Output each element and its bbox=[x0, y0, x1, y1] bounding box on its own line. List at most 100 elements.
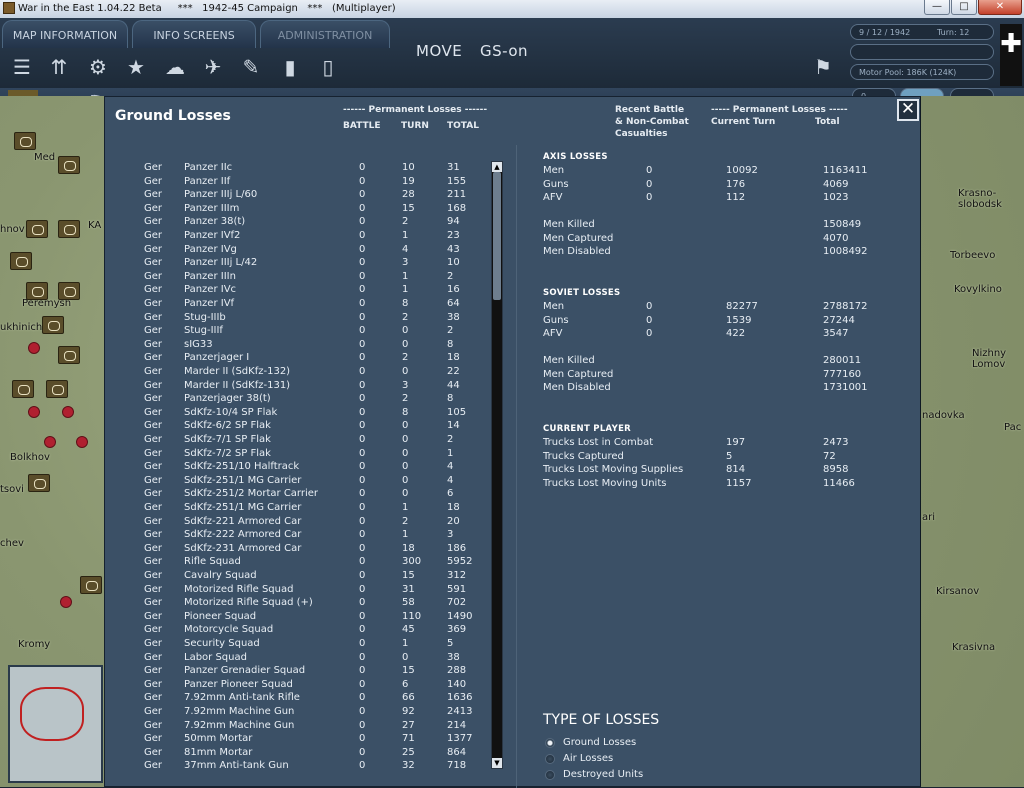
battle-cell: 0 bbox=[359, 488, 366, 500]
unit-counter[interactable] bbox=[58, 346, 80, 364]
tab-map-information[interactable]: MAP INFORMATION bbox=[2, 20, 128, 48]
current-turn-value: 197 bbox=[726, 437, 746, 448]
loss-label: Men bbox=[543, 301, 565, 312]
nation-cell: Ger bbox=[144, 366, 163, 377]
total-value: 1008492 bbox=[823, 246, 868, 258]
unit-counter[interactable] bbox=[58, 282, 80, 300]
scroll-down-button[interactable]: ▼ bbox=[492, 758, 502, 768]
recent-value: 0 bbox=[646, 178, 653, 190]
minimize-button[interactable]: — bbox=[924, 0, 950, 15]
unit-name-cell: SdKfz-251/1 MG Carrier bbox=[184, 474, 302, 486]
battle-cell: 0 bbox=[359, 515, 366, 527]
unit-name-cell: SdKfz-222 Armored Car bbox=[184, 529, 302, 541]
unit-name-cell: Panzer IIIj L/42 bbox=[184, 257, 258, 269]
unit-counter[interactable] bbox=[10, 252, 32, 270]
unit-loss-list[interactable]: Ger Panzer IIc 0 10 31 Ger Panzer IIf 0 19 155 Ger… bbox=[105, 145, 517, 788]
turn-cell: 28 bbox=[402, 189, 415, 201]
enemy-marker[interactable] bbox=[28, 342, 40, 354]
turn-column-header: TURN bbox=[401, 121, 429, 131]
enemy-marker[interactable] bbox=[60, 596, 72, 608]
unit-counter[interactable] bbox=[26, 282, 48, 300]
turn-cell: 1 bbox=[402, 270, 409, 282]
enemy-marker[interactable] bbox=[28, 406, 40, 418]
unit-name-cell: SdKfz-7/1 SP Flak bbox=[184, 434, 271, 445]
nation-cell: Ger bbox=[144, 556, 163, 568]
unit-counter[interactable] bbox=[58, 156, 80, 174]
unit-counter[interactable] bbox=[28, 474, 50, 492]
cross-icon[interactable]: ✚ bbox=[1000, 24, 1022, 86]
nation-cell: Ger bbox=[144, 488, 163, 500]
enemy-marker[interactable] bbox=[44, 436, 56, 448]
total-cell: 2 bbox=[447, 325, 454, 337]
unit-counter[interactable] bbox=[46, 380, 68, 398]
current-turn-value: 5 bbox=[726, 450, 733, 462]
planes-icon[interactable]: ✈ bbox=[198, 52, 228, 82]
nation-cell: Ger bbox=[144, 529, 163, 541]
close-panel-button[interactable]: ✕ bbox=[897, 99, 919, 121]
recent-value: 0 bbox=[646, 314, 653, 326]
nation-cell: Ger bbox=[144, 692, 163, 704]
unit-counter[interactable] bbox=[80, 576, 102, 594]
gear-icon[interactable]: ⚙ bbox=[83, 52, 113, 82]
unit-name-cell: Panzer Grenadier Squad bbox=[184, 665, 306, 677]
star-icon[interactable]: ★ bbox=[121, 52, 151, 82]
tab-info-screens[interactable]: INFO SCREENS bbox=[132, 20, 256, 48]
total-value: 1163411 bbox=[823, 165, 868, 176]
radio-destroyed-units[interactable] bbox=[545, 770, 555, 780]
nation-cell: Ger bbox=[144, 447, 163, 459]
unit-name-cell: Panzerjager 38(t) bbox=[184, 393, 271, 405]
bomb-icon[interactable]: ✎ bbox=[236, 52, 266, 82]
weather-icon[interactable]: ☁ bbox=[160, 52, 190, 82]
turn-cell: 25 bbox=[402, 746, 415, 758]
total-cell: 43 bbox=[447, 243, 460, 255]
map-label: ari bbox=[922, 512, 936, 523]
unit-counter[interactable] bbox=[42, 316, 64, 334]
scroll-thumb[interactable] bbox=[493, 172, 501, 300]
unit-name-cell: SdKfz-231 Armored Car bbox=[184, 542, 302, 554]
maximize-button[interactable]: □ bbox=[951, 0, 977, 15]
unit-name-cell: 50mm Mortar bbox=[184, 733, 253, 745]
turn-cell: 8 bbox=[402, 406, 409, 418]
battle-cell: 0 bbox=[359, 270, 366, 282]
total-cell: 5 bbox=[447, 638, 454, 649]
battle-cell: 0 bbox=[359, 556, 366, 568]
radio-air-losses[interactable] bbox=[545, 754, 555, 764]
total-cell: 8 bbox=[447, 393, 454, 405]
flag-icon[interactable]: ⚑ bbox=[808, 52, 838, 82]
total-cell: 4 bbox=[447, 461, 454, 473]
document-icon[interactable]: ▯ bbox=[313, 52, 343, 82]
close-window-button[interactable]: ✕ bbox=[978, 0, 1022, 15]
unit-name-cell: 7.92mm Anti-tank Rifle bbox=[184, 692, 300, 704]
enemy-marker[interactable] bbox=[62, 406, 74, 418]
scroll-up-button[interactable]: ▲ bbox=[492, 162, 502, 172]
turn-cell: 0 bbox=[402, 434, 409, 445]
nation-cell: Ger bbox=[144, 610, 163, 622]
unit-name-cell: Panzer IVf bbox=[184, 298, 235, 309]
unit-counter[interactable] bbox=[26, 220, 48, 238]
unit-counter[interactable] bbox=[12, 380, 34, 398]
battle-cell: 0 bbox=[359, 298, 366, 309]
enemy-marker[interactable] bbox=[76, 436, 88, 448]
nation-cell: Ger bbox=[144, 597, 163, 609]
minimap[interactable] bbox=[8, 665, 103, 783]
radio-ground-losses[interactable] bbox=[545, 738, 555, 748]
turn-cell: 45 bbox=[402, 624, 415, 636]
list-scrollbar[interactable]: ▲ ▼ bbox=[491, 161, 503, 769]
unit-counter[interactable] bbox=[58, 220, 80, 238]
nation-cell: Ger bbox=[144, 624, 163, 636]
fuel-icon[interactable]: ▮ bbox=[275, 52, 305, 82]
unit-counter[interactable] bbox=[14, 132, 36, 150]
unit-name-cell: Panzer IIf bbox=[184, 175, 231, 187]
nation-cell: Ger bbox=[144, 230, 163, 241]
loss-label: AFV bbox=[543, 328, 563, 340]
hq-icon[interactable]: ☰ bbox=[7, 52, 37, 82]
nation-cell: Ger bbox=[144, 719, 163, 731]
total-cell: 8 bbox=[447, 338, 454, 350]
turn-cell: 0 bbox=[402, 420, 409, 432]
oob-icon[interactable]: ⇈ bbox=[44, 52, 74, 82]
tab-administration[interactable]: ADMINISTRATION bbox=[260, 20, 390, 48]
total-value: 4070 bbox=[823, 232, 849, 244]
turn-cell: 8 bbox=[402, 298, 409, 309]
turn-cell: 92 bbox=[402, 706, 415, 717]
battle-cell: 0 bbox=[359, 162, 366, 173]
